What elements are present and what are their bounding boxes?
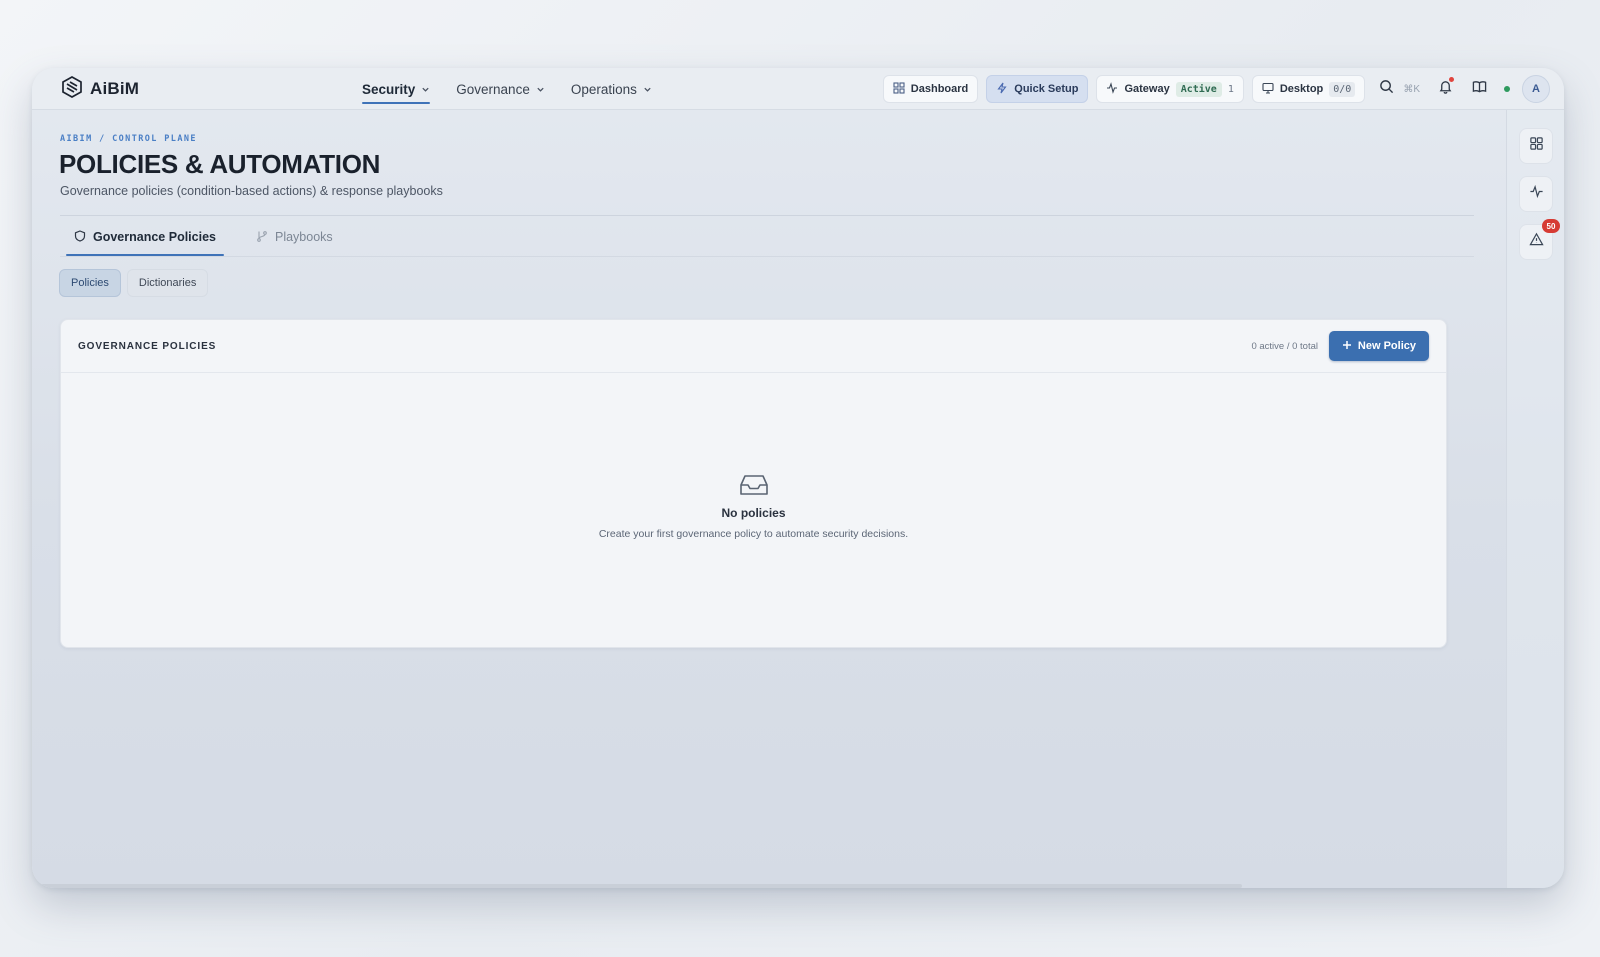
main-nav: Security Governance Operations	[362, 68, 652, 110]
activity-icon	[1529, 184, 1544, 204]
right-rail: 50	[1506, 110, 1564, 888]
toolbar-actions: Dashboard Quick Setup Gateway Active 1 D…	[882, 74, 1550, 104]
tab-playbooks[interactable]: Playbooks	[248, 218, 341, 256]
activity-icon	[1106, 81, 1118, 97]
logo-icon	[60, 75, 84, 104]
policy-count: 0 active / 0 total	[1251, 341, 1318, 352]
tab-governance-policies-label: Governance Policies	[93, 230, 216, 244]
user-avatar[interactable]: A	[1522, 75, 1550, 103]
top-bar: AiBiM Security Governance Operations Das…	[32, 68, 1564, 110]
new-policy-button[interactable]: New Policy	[1328, 331, 1429, 361]
dashboard-label: Dashboard	[910, 83, 969, 95]
alerts-count-badge: 50	[1542, 219, 1560, 233]
search-button[interactable]	[1373, 76, 1399, 102]
subtab-bar: Policies Dictionaries	[59, 269, 209, 297]
notification-dot	[1449, 77, 1454, 82]
lightning-icon	[996, 82, 1008, 97]
new-policy-label: New Policy	[1357, 340, 1416, 352]
card-header: GOVERNANCE POLICIES 0 active / 0 total N…	[61, 320, 1446, 373]
rail-activity-button[interactable]	[1519, 176, 1553, 212]
empty-state-description: Create your first governance policy to a…	[598, 528, 909, 540]
nav-security[interactable]: Security	[362, 68, 431, 110]
page-title: POLICIES & AUTOMATION	[59, 149, 381, 179]
horizontal-scrollbar[interactable]	[32, 884, 1242, 888]
online-status-dot	[1504, 86, 1510, 92]
nav-governance-label: Governance	[456, 81, 530, 97]
empty-state-title: No policies	[721, 506, 786, 520]
alert-triangle-icon	[1528, 232, 1544, 252]
layout-grid-icon	[1529, 136, 1544, 156]
search-shortcut: ⌘K	[1403, 83, 1420, 95]
nav-operations-label: Operations	[570, 81, 637, 97]
tab-playbooks-label: Playbooks	[274, 230, 333, 244]
quick-setup-label: Quick Setup	[1014, 83, 1079, 95]
shield-icon	[74, 229, 86, 245]
gateway-label: Gateway	[1124, 83, 1170, 95]
header-divider	[60, 215, 1474, 216]
subtab-policies[interactable]: Policies	[59, 269, 121, 297]
page-subtitle: Governance policies (condition-based act…	[60, 184, 443, 198]
app-logo[interactable]: AiBiM	[60, 75, 140, 104]
breadcrumb: AIBIM / CONTROL PLANE	[60, 134, 197, 144]
monitor-icon	[1262, 82, 1274, 97]
rail-alerts-button[interactable]: 50	[1519, 219, 1560, 260]
desktop-status-button[interactable]: Desktop 0/0	[1251, 75, 1366, 103]
search-icon	[1379, 79, 1394, 99]
gateway-count: 1	[1227, 83, 1234, 95]
card-title: GOVERNANCE POLICIES	[78, 341, 217, 352]
desktop-count: 0/0	[1329, 81, 1356, 97]
nav-security-label: Security	[362, 81, 416, 97]
tab-governance-policies[interactable]: Governance Policies	[66, 218, 224, 256]
policies-card: GOVERNANCE POLICIES 0 active / 0 total N…	[60, 319, 1447, 648]
nav-governance[interactable]: Governance	[456, 68, 545, 110]
chevron-down-icon	[421, 85, 430, 94]
notifications-button[interactable]	[1432, 76, 1458, 102]
tabs-divider	[60, 256, 1474, 257]
dashboard-button[interactable]: Dashboard	[882, 75, 979, 103]
app-window: AiBiM Security Governance Operations Das…	[32, 68, 1564, 888]
grid-icon	[893, 81, 905, 97]
desktop-label: Desktop	[1279, 83, 1324, 95]
gateway-status-button[interactable]: Gateway Active 1	[1096, 75, 1244, 103]
bell-icon	[1438, 79, 1453, 99]
plus-icon	[1342, 340, 1352, 353]
quick-setup-button[interactable]: Quick Setup	[986, 75, 1089, 103]
book-open-icon	[1472, 79, 1487, 99]
inbox-icon	[739, 470, 769, 500]
rail-grid-button[interactable]	[1519, 128, 1553, 164]
tab-bar: Governance Policies Playbooks	[66, 218, 341, 256]
subtab-dictionaries[interactable]: Dictionaries	[126, 269, 209, 297]
chevron-down-icon	[536, 85, 545, 94]
app-name: AiBiM	[90, 79, 140, 98]
docs-button[interactable]	[1466, 76, 1492, 102]
gateway-status-badge: Active	[1175, 81, 1222, 97]
empty-state: No policies Create your first governance…	[61, 470, 1446, 540]
chevron-down-icon	[643, 85, 652, 94]
nav-operations[interactable]: Operations	[571, 68, 652, 110]
git-branch-icon	[256, 230, 268, 245]
